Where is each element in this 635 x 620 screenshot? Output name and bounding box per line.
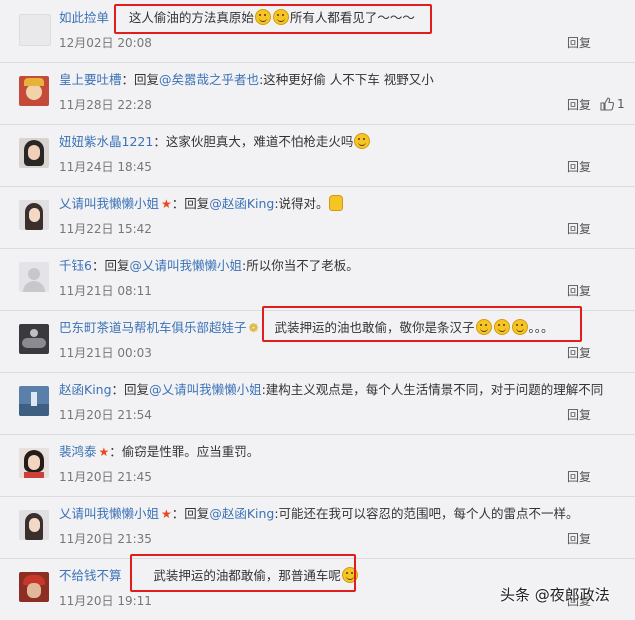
user-avatar[interactable]	[19, 200, 49, 230]
user-avatar[interactable]	[19, 138, 49, 168]
comment-username[interactable]: 如此捡单	[59, 10, 109, 25]
reply-button[interactable]: 回复	[567, 406, 591, 424]
reply-button[interactable]: 回复	[567, 344, 591, 362]
comment-timestamp: 11月20日 19:11	[59, 594, 152, 608]
reply-prefix: 回复	[134, 72, 160, 87]
comment-row: 皇上要吐槽：回复@矣嚣哉之乎者也:这种更好偷 人不下车 视野又小 11月28日 …	[0, 62, 635, 125]
comment-username[interactable]: 乂请叫我懒懒小姐	[59, 196, 159, 211]
star-badge-icon: ★	[161, 197, 172, 211]
comment-username[interactable]: 赵函King	[59, 382, 112, 397]
comment-text: :所以你当不了老板。	[242, 258, 359, 273]
watermark-text: 头条 @夜郎政法	[500, 586, 610, 604]
comment-timestamp: 11月20日 21:45	[59, 470, 152, 484]
user-avatar[interactable]	[19, 572, 49, 602]
highlight-box	[262, 306, 582, 342]
reply-button[interactable]: 回复	[567, 34, 591, 52]
comment-timestamp: 11月24日 18:45	[59, 160, 152, 174]
thumbs-up-icon	[600, 97, 614, 111]
reply-button[interactable]: 回复	[567, 96, 591, 114]
medal-badge-icon: ❁	[248, 321, 259, 335]
user-avatar[interactable]	[19, 262, 49, 292]
comment-row: 千钰6：回复@乂请叫我懒懒小姐:所以你当不了老板。 11月21日 08:11 回…	[0, 248, 635, 311]
thumbs-up-emoji-icon	[328, 195, 343, 211]
comment-username[interactable]: 乂请叫我懒懒小姐	[59, 506, 159, 521]
comment-line: 千钰6：回复@乂请叫我懒懒小姐:所以你当不了老板。	[59, 258, 359, 273]
reply-prefix: 回复	[124, 382, 150, 397]
mention-link[interactable]: @赵函King	[209, 196, 274, 211]
comment-row: 乂请叫我懒懒小姐 ★：回复@赵函King:可能还在我可以容忍的范围吧，每个人的雷点…	[0, 496, 635, 559]
comment-timestamp: 11月21日 00:03	[59, 346, 152, 360]
reply-button[interactable]: 回复	[567, 220, 591, 238]
comment-timestamp: 11月20日 21:35	[59, 532, 152, 546]
comment-timestamp: 11月20日 21:54	[59, 408, 152, 422]
user-avatar[interactable]	[19, 14, 51, 46]
mention-link[interactable]: @乂请叫我懒懒小姐	[149, 382, 262, 397]
comment-username[interactable]: 妞妞紫水晶1221	[59, 134, 153, 149]
user-avatar[interactable]	[19, 76, 49, 106]
comment-line: 裴鸿泰 ★：偷窃是性罪。应当重罚。	[59, 444, 260, 459]
user-avatar[interactable]	[19, 386, 49, 416]
comment-timestamp: 12月02日 20:08	[59, 36, 152, 50]
like-count: 1	[617, 97, 625, 111]
highlight-box	[114, 4, 432, 34]
smiley-emoji-icon	[354, 133, 371, 149]
comment-text: :可能还在我可以容忍的范围吧，每个人的雷点不一样。	[274, 506, 579, 521]
comment-username[interactable]: 裴鸿泰	[59, 444, 97, 459]
mention-link[interactable]: @乂请叫我懒懒小姐	[129, 258, 242, 273]
comment-row: 裴鸿泰 ★：偷窃是性罪。应当重罚。 11月20日 21:45 回复	[0, 434, 635, 497]
highlight-box	[130, 554, 356, 592]
comment-timestamp: 11月22日 15:42	[59, 222, 152, 236]
star-badge-icon: ★	[98, 445, 110, 459]
comment-timestamp: 11月21日 08:11	[59, 284, 152, 298]
reply-button[interactable]: 回复	[567, 468, 591, 486]
mention-link[interactable]: @矣嚣哉之乎者也	[159, 72, 259, 87]
reply-prefix: 回复	[184, 506, 210, 521]
reply-button[interactable]: 回复	[567, 530, 591, 548]
like-button[interactable]: 1	[600, 95, 625, 113]
comment-username[interactable]: 千钰6	[59, 258, 92, 273]
comment-username[interactable]: 巴东町茶道马帮机车俱乐部超娃子	[59, 320, 247, 335]
reply-button[interactable]: 回复	[567, 282, 591, 300]
comment-row: 赵函King：回复@乂请叫我懒懒小姐:建构主义观点是，每个人生活情景不同，对于问…	[0, 372, 635, 435]
reply-button[interactable]: 回复	[567, 158, 591, 176]
comment-line: 乂请叫我懒懒小姐 ★：回复@赵函King:说得对。	[59, 193, 343, 215]
reply-prefix: 回复	[184, 196, 210, 211]
user-avatar[interactable]	[19, 448, 49, 478]
mention-link[interactable]: @赵函King	[209, 506, 274, 521]
comment-text: :建构主义观点是，每个人生活情景不同，对于问题的理解不同	[261, 382, 604, 397]
comment-row: 乂请叫我懒懒小姐 ★：回复@赵函King:说得对。 11月22日 15:42 回复	[0, 186, 635, 249]
comment-list: 如此捡单 这人偷油的方法真原始 所有人都看见了～～～ 12月02日 20:08 回…	[0, 0, 635, 617]
comment-timestamp: 11月28日 22:28	[59, 98, 152, 112]
reply-prefix: 回复	[104, 258, 130, 273]
comment-text: :这种更好偷 人不下车 视野又小	[259, 72, 434, 87]
star-badge-icon: ★	[161, 507, 172, 521]
comment-username[interactable]: 皇上要吐槽	[59, 72, 122, 87]
user-avatar[interactable]	[19, 510, 49, 540]
comment-line: 妞妞紫水晶1221：这家伙胆真大，难道不怕枪走火吗	[59, 131, 371, 153]
user-avatar[interactable]	[19, 324, 49, 354]
comment-line: 皇上要吐槽：回复@矣嚣哉之乎者也:这种更好偷 人不下车 视野又小	[59, 72, 434, 87]
comment-username[interactable]: 不给钱不算	[59, 568, 122, 583]
comment-row: 妞妞紫水晶1221：这家伙胆真大，难道不怕枪走火吗 11月24日 18:45 回…	[0, 124, 635, 187]
comment-text: 偷窃是性罪。应当重罚。	[121, 444, 260, 459]
comment-text: 这家伙胆真大，难道不怕枪走火吗	[165, 134, 354, 149]
comment-line: 赵函King：回复@乂请叫我懒懒小姐:建构主义观点是，每个人生活情景不同，对于问…	[59, 382, 604, 397]
comment-line: 乂请叫我懒懒小姐 ★：回复@赵函King:可能还在我可以容忍的范围吧，每个人的雷点…	[59, 506, 579, 521]
comment-text: :说得对。	[274, 196, 329, 211]
